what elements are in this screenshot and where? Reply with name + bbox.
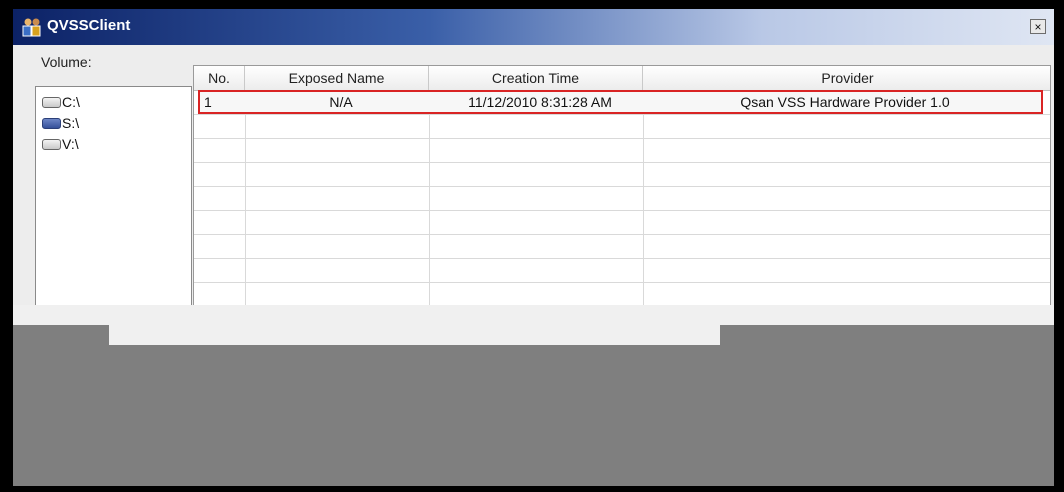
window-title: QVSSClient <box>47 17 131 34</box>
grid-line <box>194 114 1050 115</box>
drive-icon <box>42 138 61 150</box>
volume-item-v[interactable]: V:\ <box>42 135 79 153</box>
grid-line <box>194 138 1050 139</box>
title-bar[interactable]: QVSSClient × <box>13 9 1054 45</box>
column-header-creation-time[interactable]: Creation Time <box>429 66 643 90</box>
close-button[interactable]: × <box>1030 19 1046 34</box>
grid-line <box>194 162 1050 163</box>
cell-creation-time: 11/12/2010 8:31:28 AM <box>468 94 612 110</box>
volume-label: Volume: <box>41 54 92 70</box>
obscured-region <box>13 345 1054 486</box>
snapshot-table[interactable]: No. Exposed Name Creation Time Provider … <box>193 65 1051 309</box>
column-header-exposed-name[interactable]: Exposed Name <box>245 66 429 90</box>
grid-line <box>194 258 1050 259</box>
drive-icon <box>42 117 61 129</box>
table-row[interactable]: 1 N/A 11/12/2010 8:31:28 AM Qsan VSS Har… <box>198 90 1043 114</box>
grid-divider <box>429 90 430 308</box>
screenshot-frame: QVSSClient × Volume: C:\ S:\ V:\ No. Exp… <box>0 0 1064 492</box>
cell-no: 1 <box>204 94 212 110</box>
cell-provider: Qsan VSS Hardware Provider 1.0 <box>740 94 950 110</box>
grid-line <box>194 282 1050 283</box>
column-header-no[interactable]: No. <box>194 66 245 90</box>
cell-exposed-name: N/A <box>329 94 353 110</box>
grid-divider <box>643 90 644 308</box>
app-icon <box>22 18 41 37</box>
qvssclient-window: QVSSClient × Volume: C:\ S:\ V:\ No. Exp… <box>13 9 1054 486</box>
volume-item-label: V:\ <box>62 136 79 152</box>
volume-item-label: C:\ <box>62 94 80 110</box>
volume-item-c[interactable]: C:\ <box>42 93 80 111</box>
column-header-provider[interactable]: Provider <box>643 66 1050 90</box>
grid-divider <box>245 90 246 308</box>
obscured-region <box>720 325 1054 345</box>
obscured-region <box>13 325 109 345</box>
volume-item-label: S:\ <box>62 115 80 131</box>
grid-line <box>194 186 1050 187</box>
volume-list[interactable]: C:\ S:\ V:\ <box>35 86 192 341</box>
grid-line <box>194 210 1050 211</box>
table-header: No. Exposed Name Creation Time Provider <box>194 66 1050 91</box>
volume-item-s[interactable]: S:\ <box>42 114 79 132</box>
drive-icon <box>42 96 61 108</box>
grid-line <box>194 234 1050 235</box>
